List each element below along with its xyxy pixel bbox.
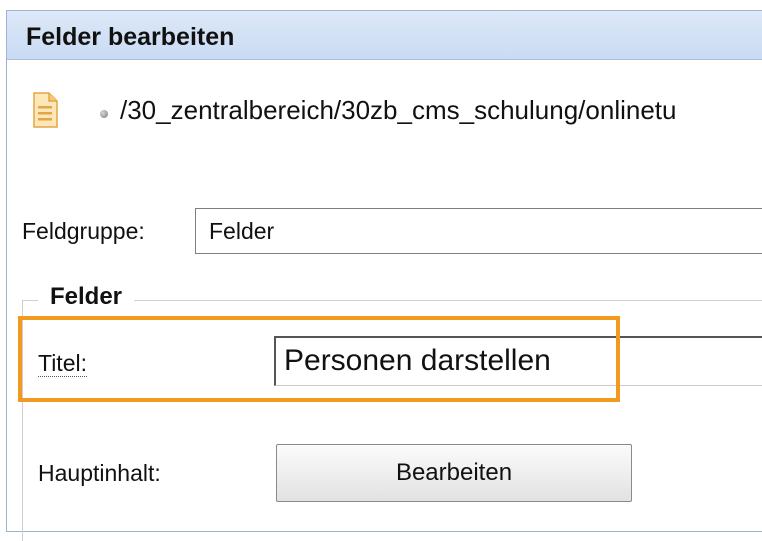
fieldgroup-select[interactable]: Felder: [195, 208, 762, 254]
document-path[interactable]: /30_zentralbereich/30zb_cms_schulung/onl…: [120, 95, 676, 126]
main-content-label: Hauptinhalt:: [38, 460, 161, 486]
document-icon: [32, 92, 58, 133]
fieldgroup-selected-value: Felder: [209, 218, 275, 244]
panel-header: Felder bearbeiten: [7, 11, 762, 60]
fields-legend: Felder: [38, 283, 135, 311]
bullet-icon: [100, 110, 108, 118]
path-row: /30_zentralbereich/30zb_cms_schulung/onl…: [32, 92, 762, 132]
panel-title: Felder bearbeiten: [26, 23, 235, 51]
fieldgroup-label: Feldgruppe:: [22, 218, 145, 244]
edit-button[interactable]: Bearbeiten: [276, 444, 632, 502]
edit-button-label: Bearbeiten: [395, 459, 513, 486]
highlight-frame: [18, 316, 620, 402]
